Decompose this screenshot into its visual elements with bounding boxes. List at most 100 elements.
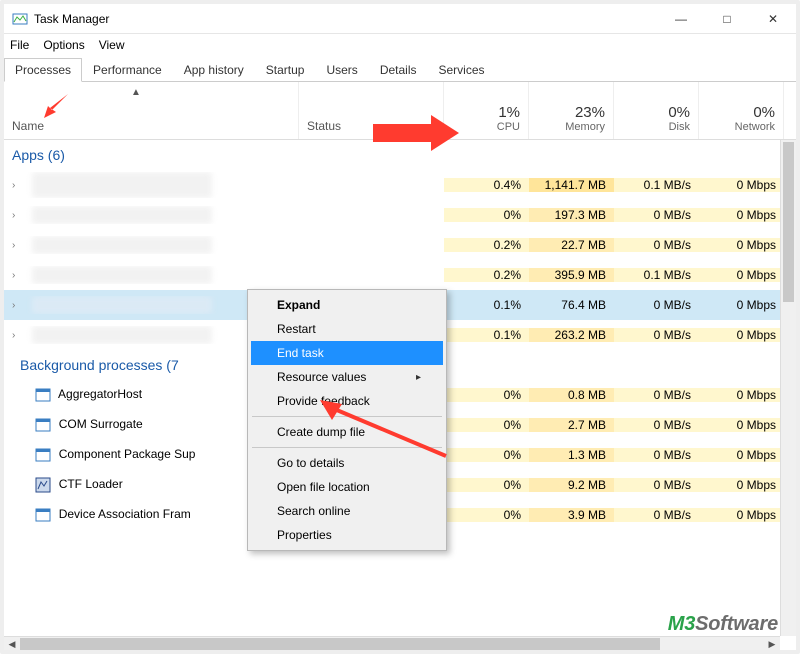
menu-file[interactable]: File	[10, 38, 29, 52]
ctx-provide-feedback[interactable]: Provide feedback	[251, 389, 443, 413]
mem-cell: 0.8 MB	[529, 388, 614, 402]
disk-cell: 0 MB/s	[614, 208, 699, 222]
process-name-blurred	[32, 206, 212, 224]
disk-label: Disk	[622, 121, 690, 133]
group-apps[interactable]: Apps (6)	[4, 140, 796, 170]
column-network[interactable]: 0% Network	[699, 82, 784, 139]
network-label: Network	[707, 121, 775, 133]
disk-cell: 0 MB/s	[614, 328, 699, 342]
process-row[interactable]: › 0.2% 22.7 MB 0 MB/s 0 Mbps	[4, 230, 796, 260]
scroll-left-icon[interactable]: ◀	[4, 637, 20, 650]
cpu-cell: 0.2%	[444, 268, 529, 282]
disk-cell: 0 MB/s	[614, 508, 699, 522]
ctx-open-file-location[interactable]: Open file location	[251, 475, 443, 499]
column-memory[interactable]: 23% Memory	[529, 82, 614, 139]
process-name: AggregatorHost	[58, 387, 142, 401]
net-cell: 0 Mbps	[699, 508, 784, 522]
group-bg-label: Background processes (7	[20, 357, 179, 373]
tab-performance[interactable]: Performance	[82, 58, 173, 81]
context-menu: Expand Restart End task Resource values …	[247, 289, 447, 551]
mem-cell: 76.4 MB	[529, 298, 614, 312]
ctx-expand[interactable]: Expand	[251, 293, 443, 317]
process-row[interactable]: › 0.2% 395.9 MB 0.1 MB/s 0 Mbps	[4, 260, 796, 290]
chevron-right-icon: ▸	[416, 372, 421, 383]
ctx-search-online[interactable]: Search online	[251, 499, 443, 523]
scroll-right-icon[interactable]: ▶	[764, 637, 780, 650]
window-controls: — □ ✕	[658, 4, 796, 34]
process-row[interactable]: › 0.4% 1,141.7 MB 0.1 MB/s 0 Mbps	[4, 170, 796, 200]
ctx-go-to-details[interactable]: Go to details	[251, 451, 443, 475]
process-name: COM Surrogate	[59, 417, 143, 431]
watermark-left: M3	[668, 613, 695, 635]
watermark-right: Software	[695, 613, 778, 635]
net-cell: 0 Mbps	[699, 268, 784, 282]
cpu-cell: 0.2%	[444, 238, 529, 252]
tab-services[interactable]: Services	[428, 58, 496, 81]
mem-cell: 22.7 MB	[529, 238, 614, 252]
tab-users[interactable]: Users	[315, 58, 368, 81]
column-name[interactable]: Name ▲	[4, 82, 299, 139]
expander-icon[interactable]: ›	[12, 300, 28, 311]
cpu-cell: 0.1%	[444, 298, 529, 312]
disk-cell: 0.1 MB/s	[614, 268, 699, 282]
vertical-scrollbar[interactable]	[780, 140, 796, 636]
tab-details[interactable]: Details	[369, 58, 428, 81]
scrollbar-thumb[interactable]	[20, 638, 660, 650]
process-name-blurred	[32, 266, 212, 284]
disk-cell: 0 MB/s	[614, 478, 699, 492]
separator	[252, 416, 442, 417]
close-button[interactable]: ✕	[750, 4, 796, 34]
expander-icon[interactable]: ›	[12, 210, 28, 221]
mem-cell: 9.2 MB	[529, 478, 614, 492]
ctx-resource-values-label: Resource values	[277, 370, 366, 384]
net-cell: 0 Mbps	[699, 178, 784, 192]
ctx-create-dump[interactable]: Create dump file	[251, 420, 443, 444]
expander-icon[interactable]: ›	[12, 240, 28, 251]
cpu-cell: 0%	[444, 208, 529, 222]
cpu-cell: 0%	[444, 448, 529, 462]
tab-processes[interactable]: Processes	[4, 58, 82, 82]
column-cpu[interactable]: 1% CPU	[444, 82, 529, 139]
cpu-cell: 0.4%	[444, 178, 529, 192]
cpu-cell: 0%	[444, 508, 529, 522]
net-cell: 0 Mbps	[699, 418, 784, 432]
watermark: M3Software	[668, 613, 778, 636]
column-disk[interactable]: 0% Disk	[614, 82, 699, 139]
net-cell: 0 Mbps	[699, 238, 784, 252]
app-icon	[35, 417, 51, 433]
column-status[interactable]: Status	[299, 82, 444, 139]
menu-options[interactable]: Options	[43, 38, 84, 52]
expander-icon[interactable]: ›	[12, 270, 28, 281]
sort-caret-icon: ▲	[131, 87, 141, 98]
expander-icon[interactable]: ›	[12, 180, 28, 191]
disk-cell: 0 MB/s	[614, 418, 699, 432]
cpu-cell: 0%	[444, 418, 529, 432]
ctx-restart[interactable]: Restart	[251, 317, 443, 341]
scrollbar-thumb[interactable]	[783, 142, 794, 302]
column-headers: Name ▲ Status 1% CPU 23% Memory 0% Disk …	[4, 82, 796, 140]
tab-app-history[interactable]: App history	[173, 58, 255, 81]
column-status-label: Status	[307, 119, 435, 133]
minimize-button[interactable]: —	[658, 4, 704, 34]
ctx-end-task[interactable]: End task	[251, 341, 443, 365]
mem-cell: 1.3 MB	[529, 448, 614, 462]
ctf-loader-icon	[35, 477, 51, 493]
net-cell: 0 Mbps	[699, 448, 784, 462]
ctx-resource-values[interactable]: Resource values ▸	[251, 365, 443, 389]
tab-startup[interactable]: Startup	[255, 58, 316, 81]
maximize-button[interactable]: □	[704, 4, 750, 34]
expander-icon[interactable]: ›	[12, 330, 28, 341]
mem-cell: 263.2 MB	[529, 328, 614, 342]
ctx-properties[interactable]: Properties	[251, 523, 443, 547]
group-apps-label: Apps (6)	[12, 147, 65, 163]
net-cell: 0 Mbps	[699, 208, 784, 222]
process-row[interactable]: › 0% 197.3 MB 0 MB/s 0 Mbps	[4, 200, 796, 230]
menubar: File Options View	[4, 34, 796, 56]
cpu-usage-total: 1%	[452, 104, 520, 121]
net-cell: 0 Mbps	[699, 478, 784, 492]
disk-cell: 0.1 MB/s	[614, 178, 699, 192]
menu-view[interactable]: View	[99, 38, 125, 52]
process-name: Component Package Sup	[59, 447, 196, 461]
process-name-blurred	[32, 326, 212, 344]
horizontal-scrollbar[interactable]: ◀ ▶	[4, 636, 780, 650]
